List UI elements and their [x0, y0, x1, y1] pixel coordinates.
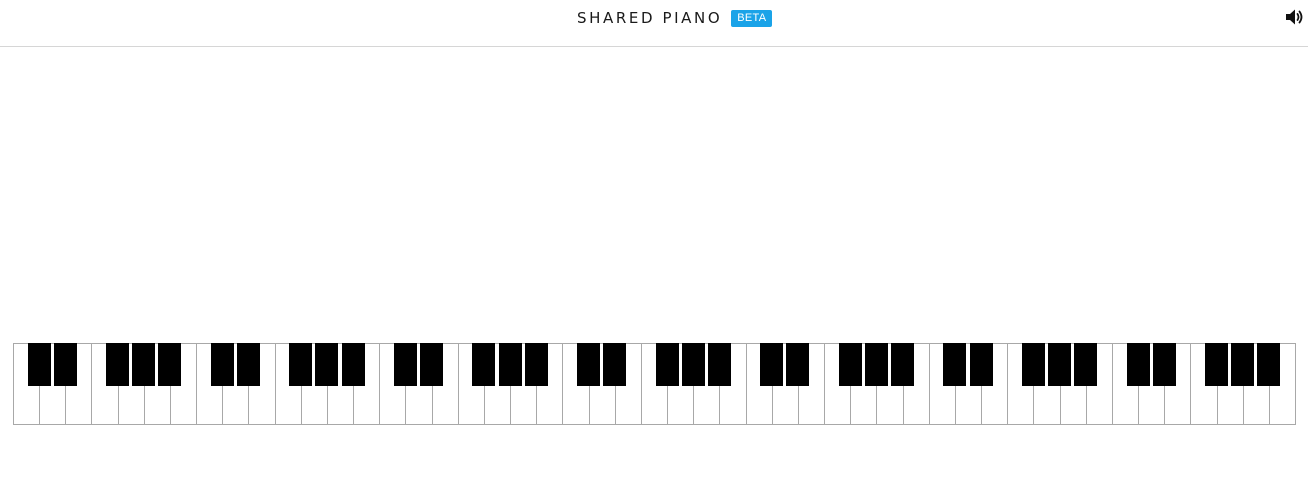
black-key-dsharp6[interactable]: [969, 343, 993, 386]
black-key-fsharp5[interactable]: [838, 343, 862, 386]
black-key-gsharp6[interactable]: [1048, 343, 1072, 386]
black-key-csharp7[interactable]: [1126, 343, 1150, 386]
sound-toggle-button[interactable]: [1284, 7, 1304, 27]
black-key-asharp5[interactable]: [891, 343, 915, 386]
black-key-asharp1[interactable]: [158, 343, 182, 386]
black-key-gsharp7[interactable]: [1231, 343, 1255, 386]
black-key-csharp1[interactable]: [27, 343, 51, 386]
black-key-dsharp3[interactable]: [420, 343, 444, 386]
black-key-gsharp2[interactable]: [315, 343, 339, 386]
black-key-csharp2[interactable]: [210, 343, 234, 386]
black-key-fsharp7[interactable]: [1205, 343, 1228, 386]
app-title-group: SHARED PIANO BETA: [577, 8, 773, 28]
black-key-fsharp1[interactable]: [106, 343, 130, 386]
black-key-asharp7[interactable]: [1257, 343, 1281, 386]
top-bar: SHARED PIANO BETA: [0, 0, 1308, 47]
black-key-csharp5[interactable]: [760, 343, 784, 386]
beta-badge: BETA: [731, 9, 773, 27]
black-key-asharp2[interactable]: [341, 343, 365, 386]
piano-keyboard: [13, 343, 1296, 425]
app-title: SHARED PIANO: [577, 9, 723, 27]
black-key-dsharp2[interactable]: [236, 343, 260, 386]
black-key-dsharp7[interactable]: [1152, 343, 1176, 386]
black-key-dsharp1[interactable]: [53, 343, 77, 386]
black-key-csharp6[interactable]: [943, 343, 967, 386]
black-key-gsharp4[interactable]: [681, 343, 705, 386]
speaker-volume-icon: [1286, 9, 1303, 25]
black-key-fsharp4[interactable]: [655, 343, 679, 386]
black-key-csharp4[interactable]: [577, 343, 601, 386]
black-key-gsharp1[interactable]: [132, 343, 156, 386]
black-key-fsharp3[interactable]: [472, 343, 496, 386]
black-key-asharp6[interactable]: [1074, 343, 1098, 386]
black-key-dsharp4[interactable]: [603, 343, 627, 386]
black-key-asharp3[interactable]: [524, 343, 548, 386]
black-key-fsharp6[interactable]: [1021, 343, 1045, 386]
black-key-fsharp2[interactable]: [289, 343, 313, 386]
black-key-asharp4[interactable]: [707, 343, 731, 386]
black-key-gsharp5[interactable]: [864, 343, 888, 386]
black-key-gsharp3[interactable]: [498, 343, 522, 386]
black-key-dsharp5[interactable]: [786, 343, 810, 386]
black-key-csharp3[interactable]: [393, 343, 417, 386]
